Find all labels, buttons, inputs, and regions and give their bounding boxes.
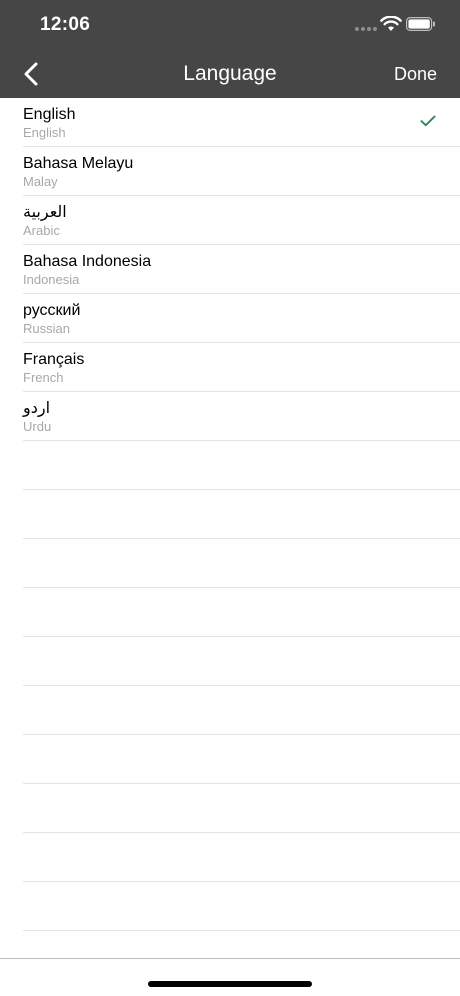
language-name: Bahasa Indonesia: [23, 253, 152, 270]
empty-row: [23, 784, 460, 833]
language-row-arabic[interactable]: العربية Arabic: [23, 196, 460, 245]
language-subtitle: Indonesia: [23, 272, 80, 287]
empty-row: [23, 686, 460, 735]
language-name: العربية: [23, 204, 67, 221]
language-row-english[interactable]: English English: [23, 98, 460, 147]
empty-row: [23, 637, 460, 686]
empty-row: [23, 539, 460, 588]
page-title: Language: [183, 62, 277, 85]
language-row-french[interactable]: Français French: [23, 343, 460, 392]
cellular-signal-icon: [355, 27, 377, 32]
empty-table-rows: [23, 441, 460, 931]
language-row-russian[interactable]: русский Russian: [23, 294, 460, 343]
language-name: русский: [23, 302, 81, 319]
language-subtitle: Russian: [23, 321, 70, 336]
status-time: 12:06: [40, 14, 91, 35]
language-subtitle: Arabic: [23, 223, 60, 238]
language-row-malay[interactable]: Bahasa Melayu Malay: [23, 147, 460, 196]
home-indicator[interactable]: [148, 981, 312, 987]
navigation-bar: Language Done: [0, 50, 460, 98]
language-list: English English Bahasa Melayu Malay العر…: [0, 98, 460, 441]
language-name: Bahasa Melayu: [23, 155, 134, 172]
language-name: Français: [23, 351, 85, 368]
empty-row: [23, 490, 460, 539]
status-bar: 12:06: [0, 0, 460, 50]
empty-row: [23, 882, 460, 931]
empty-row: [23, 833, 460, 882]
done-button[interactable]: Done: [394, 64, 437, 85]
language-row-indonesia[interactable]: Bahasa Indonesia Indonesia: [23, 245, 460, 294]
language-subtitle: English: [23, 125, 66, 140]
language-subtitle: French: [23, 370, 64, 385]
language-row-urdu[interactable]: اردو Urdu: [23, 392, 460, 441]
bottom-divider: [0, 958, 460, 959]
language-name: اردو: [23, 400, 51, 417]
empty-row: [23, 588, 460, 637]
empty-row: [23, 735, 460, 784]
wifi-icon: [380, 16, 402, 31]
language-subtitle: Malay: [23, 174, 58, 189]
battery-icon: [406, 17, 435, 31]
checkmark-icon: [420, 115, 436, 127]
empty-row: [23, 441, 460, 490]
language-name: English: [23, 106, 76, 123]
language-subtitle: Urdu: [23, 419, 52, 434]
